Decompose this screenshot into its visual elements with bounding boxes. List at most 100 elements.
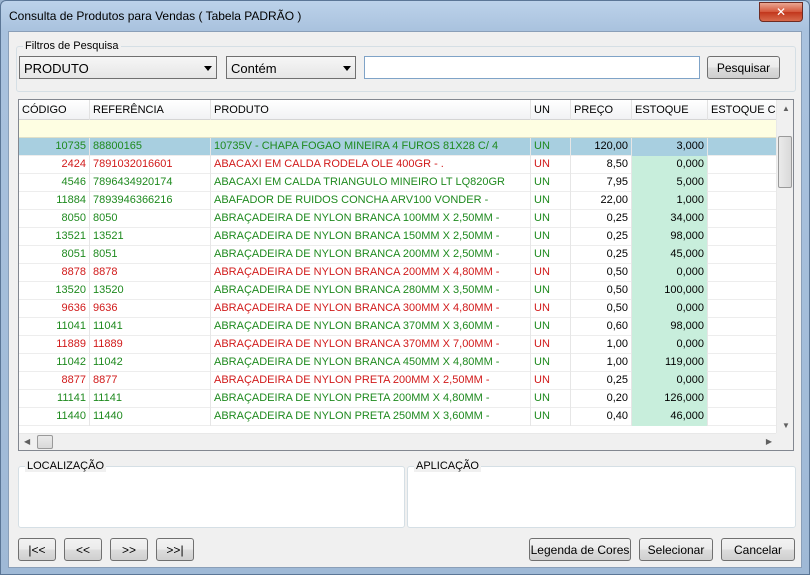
cell-estoque: 46,000 (632, 408, 708, 426)
table-row[interactable]: 11884 7893946366216 ABAFADOR DE RUIDOS CON… (19, 192, 777, 210)
cell-produto: ABRAÇADEIRA DE NYLON BRANCA 370MM X 3,60… (211, 318, 531, 336)
cell-un: UN (531, 390, 571, 408)
table-row[interactable]: 13520 13520 ABRAÇADEIRA DE NYLON BRANCA 28… (19, 282, 777, 300)
grid-filter-row[interactable] (19, 120, 777, 138)
column-header-preco[interactable]: PREÇO (571, 100, 632, 120)
column-header-un[interactable]: UN (531, 100, 571, 120)
table-row[interactable]: 10735 88800165 10735V - CHAPA FOGAO MINEIR… (19, 138, 777, 156)
search-field-value: PRODUTO (24, 61, 89, 76)
table-row[interactable]: 13521 13521 ABRAÇADEIRA DE NYLON BRANCA 15… (19, 228, 777, 246)
search-operator-select[interactable]: Contém (226, 56, 356, 79)
table-row[interactable]: 11440 11440 ABRAÇADEIRA DE NYLON PRETA 250… (19, 408, 777, 426)
column-header-codigo[interactable]: CÓDIGO (19, 100, 90, 120)
cell-produto: ABRAÇADEIRA DE NYLON PRETA 200MM X 4,80M… (211, 390, 531, 408)
column-header-estoque[interactable]: ESTOQUE (632, 100, 708, 120)
cell-preco: 0,25 (571, 372, 632, 390)
cell-referencia: 7893946366216 (90, 192, 211, 210)
cell-estoque-co (708, 318, 777, 336)
cell-codigo: 10735 (19, 138, 90, 156)
cell-referencia: 11141 (90, 390, 211, 408)
horizontal-scroll-thumb[interactable] (37, 435, 53, 449)
cell-codigo: 13520 (19, 282, 90, 300)
cancel-button[interactable]: Cancelar (721, 538, 795, 561)
cell-preco: 0,25 (571, 228, 632, 246)
cell-un: UN (531, 354, 571, 372)
next-record-button[interactable]: >> (110, 538, 148, 561)
cell-codigo: 8050 (19, 210, 90, 228)
cell-estoque-co (708, 228, 777, 246)
cell-produto: ABRAÇADEIRA DE NYLON BRANCA 370MM X 7,00… (211, 336, 531, 354)
cell-codigo: 11141 (19, 390, 90, 408)
table-row[interactable]: 4546 7896434920174 ABACAXI EM CALDA TRIANG… (19, 174, 777, 192)
cell-codigo: 11042 (19, 354, 90, 372)
cell-estoque-co (708, 210, 777, 228)
cell-estoque-co (708, 300, 777, 318)
cell-referencia: 9636 (90, 300, 211, 318)
vertical-scrollbar[interactable]: ▲ ▼ (776, 100, 793, 434)
cell-preco: 0,40 (571, 408, 632, 426)
cell-estoque: 34,000 (632, 210, 708, 228)
cell-estoque: 0,000 (632, 264, 708, 282)
cell-un: UN (531, 138, 571, 156)
select-button[interactable]: Selecionar (639, 538, 713, 561)
cell-estoque-co (708, 372, 777, 390)
cell-estoque: 0,000 (632, 300, 708, 318)
scroll-right-icon[interactable]: ▶ (766, 437, 772, 446)
column-header-referencia[interactable]: REFERÊNCIA (90, 100, 211, 120)
column-header-estoque-co[interactable]: ESTOQUE CO (708, 100, 777, 120)
table-row[interactable]: 8050 8050 ABRAÇADEIRA DE NYLON BRANCA 100M… (19, 210, 777, 228)
products-grid[interactable]: CÓDIGO REFERÊNCIA PRODUTO UN PREÇO ESTOQ… (18, 99, 794, 451)
cell-un: UN (531, 192, 571, 210)
cell-un: UN (531, 156, 571, 174)
scroll-up-icon[interactable]: ▲ (782, 104, 790, 113)
table-row[interactable]: 9636 9636 ABRAÇADEIRA DE NYLON BRANCA 300M… (19, 300, 777, 318)
table-row[interactable]: 8878 8878 ABRAÇADEIRA DE NYLON BRANCA 200M… (19, 264, 777, 282)
table-row[interactable]: 11889 11889 ABRAÇADEIRA DE NYLON BRANCA 37… (19, 336, 777, 354)
cell-produto: ABRAÇADEIRA DE NYLON PRETA 200MM X 2,50M… (211, 372, 531, 390)
cell-referencia: 8877 (90, 372, 211, 390)
cell-codigo: 11041 (19, 318, 90, 336)
cell-preco: 1,00 (571, 336, 632, 354)
cell-referencia: 8051 (90, 246, 211, 264)
table-row[interactable]: 11042 11042 ABRAÇADEIRA DE NYLON BRANCA 45… (19, 354, 777, 372)
cell-referencia: 11041 (90, 318, 211, 336)
cell-referencia: 7896434920174 (90, 174, 211, 192)
cell-produto: ABRAÇADEIRA DE NYLON BRANCA 200MM X 4,80… (211, 264, 531, 282)
cell-referencia: 13520 (90, 282, 211, 300)
title-bar[interactable]: Consulta de Produtos para Vendas ( Tabel… (1, 1, 809, 31)
cell-estoque-co (708, 156, 777, 174)
previous-record-button[interactable]: << (64, 538, 102, 561)
cell-preco: 0,60 (571, 318, 632, 336)
color-legend-button[interactable]: Legenda de Cores (529, 538, 631, 561)
search-input[interactable] (364, 56, 700, 79)
cell-un: UN (531, 300, 571, 318)
cell-un: UN (531, 210, 571, 228)
cell-produto: ABRAÇADEIRA DE NYLON BRANCA 150MM X 2,50… (211, 228, 531, 246)
table-row[interactable]: 11141 11141 ABRAÇADEIRA DE NYLON PRETA 200… (19, 390, 777, 408)
first-record-button[interactable]: |<< (18, 538, 56, 561)
cell-estoque-co (708, 282, 777, 300)
scroll-down-icon[interactable]: ▼ (782, 421, 790, 430)
cell-un: UN (531, 282, 571, 300)
table-row[interactable]: 8877 8877 ABRAÇADEIRA DE NYLON PRETA 200MM… (19, 372, 777, 390)
cell-produto: ABRAÇADEIRA DE NYLON BRANCA 450MM X 4,80… (211, 354, 531, 372)
search-field-select[interactable]: PRODUTO (19, 56, 217, 79)
cell-estoque: 5,000 (632, 174, 708, 192)
close-button[interactable]: ✕ (759, 2, 803, 22)
vertical-scroll-thumb[interactable] (778, 136, 792, 188)
cell-produto: ABRAÇADEIRA DE NYLON BRANCA 100MM X 2,50… (211, 210, 531, 228)
cell-referencia: 11889 (90, 336, 211, 354)
search-button[interactable]: Pesquisar (707, 56, 780, 79)
column-header-produto[interactable]: PRODUTO (211, 100, 531, 120)
chevron-down-icon (204, 66, 212, 71)
cell-preco: 0,50 (571, 264, 632, 282)
cell-codigo: 2424 (19, 156, 90, 174)
table-row[interactable]: 2424 7891032016601 ABACAXI EM CALDA RODELA… (19, 156, 777, 174)
horizontal-scrollbar[interactable]: ◀ ▶ (19, 433, 777, 450)
table-row[interactable]: 8051 8051 ABRAÇADEIRA DE NYLON BRANCA 200M… (19, 246, 777, 264)
scroll-left-icon[interactable]: ◀ (24, 437, 30, 446)
cell-estoque: 1,000 (632, 192, 708, 210)
cell-referencia: 11440 (90, 408, 211, 426)
last-record-button[interactable]: >>| (156, 538, 194, 561)
table-row[interactable]: 11041 11041 ABRAÇADEIRA DE NYLON BRANCA 37… (19, 318, 777, 336)
